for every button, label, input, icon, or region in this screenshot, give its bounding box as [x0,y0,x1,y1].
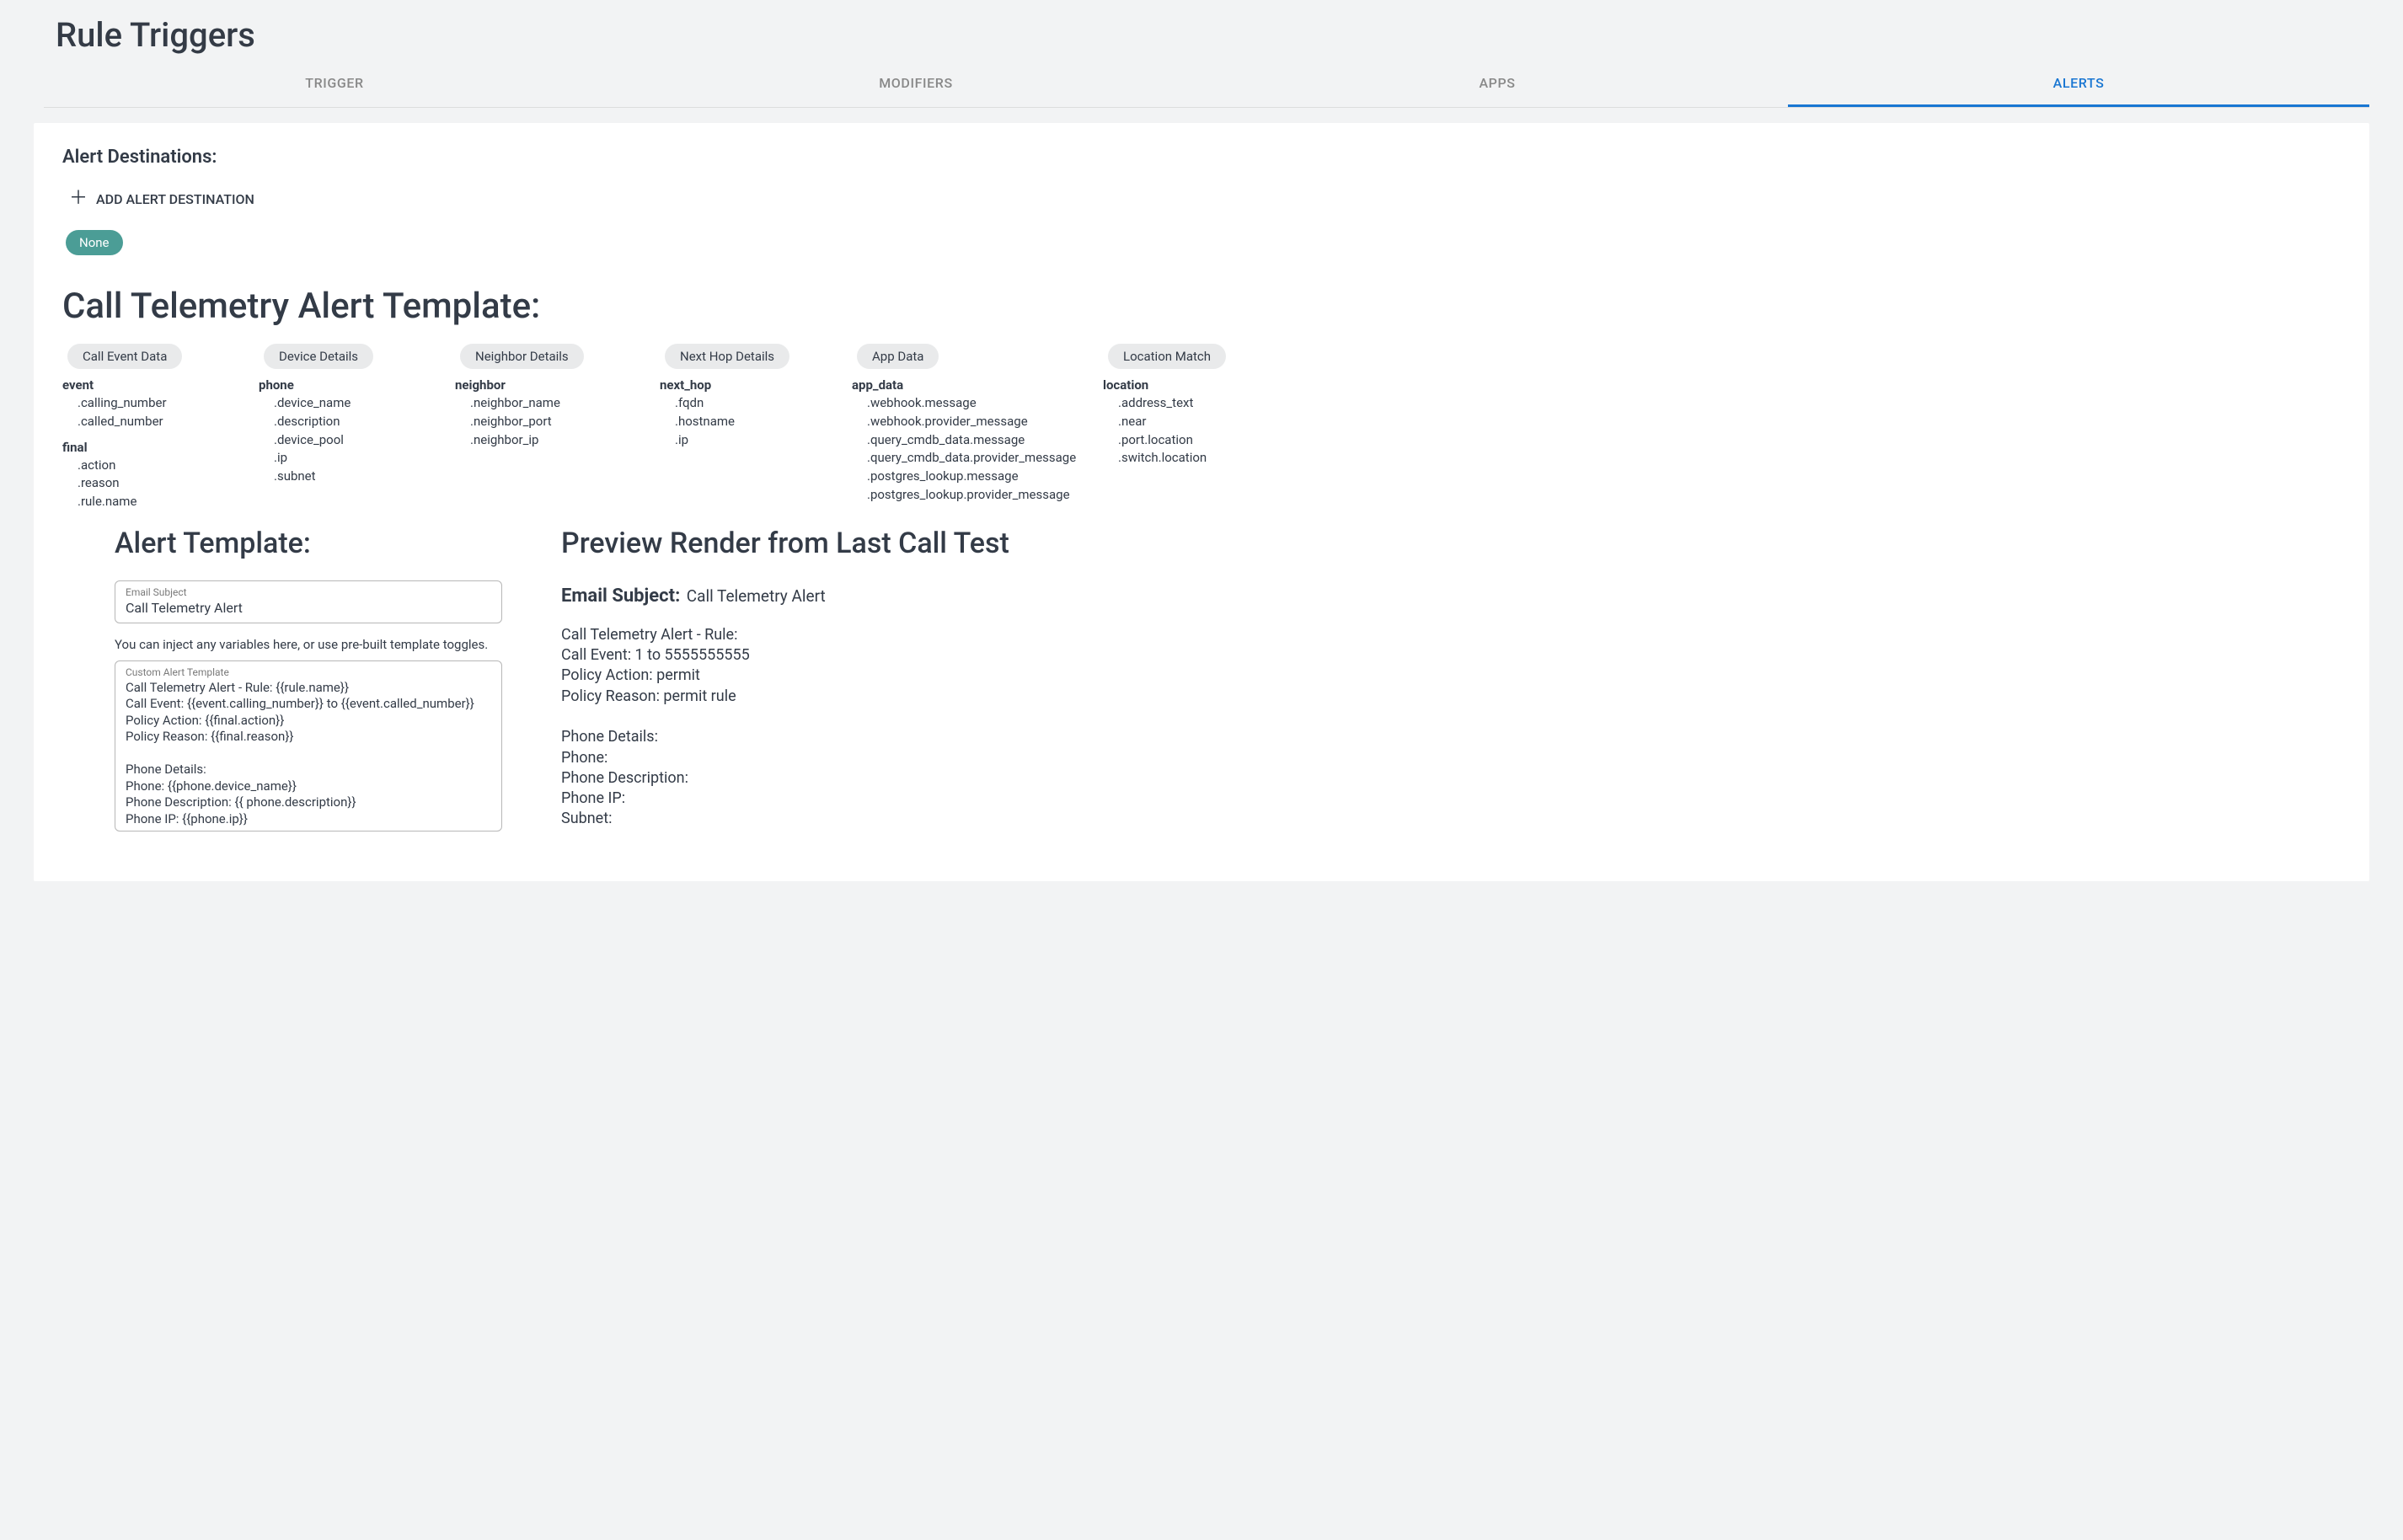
var-child: .hostname [660,413,837,431]
preview-heading: Preview Render from Last Call Test [561,527,2341,560]
var-root-phone: phone [259,377,440,393]
var-child: .neighbor_ip [455,431,645,450]
preview-subject-value: Call Telemetry Alert [687,586,826,606]
var-child: .webhook.message [852,394,1088,413]
var-child: .reason [62,474,244,493]
vars-col-device: Device Details phone .device_name .descr… [259,344,440,511]
email-subject-label: Email Subject [126,586,491,598]
var-child: .webhook.provider_message [852,413,1088,431]
tab-apps[interactable]: APPS [1207,61,1788,107]
alert-destinations-heading: Alert Destinations: [62,147,2341,168]
custom-template-label: Custom Alert Template [126,666,491,678]
vars-col-nexthop: Next Hop Details next_hop .fqdn .hostnam… [660,344,837,511]
add-alert-destination-label: ADD ALERT DESTINATION [96,191,254,207]
tabs: TRIGGER MODIFIERS APPS ALERTS [44,61,2369,108]
var-child: .action [62,457,244,475]
tab-alerts[interactable]: ALERTS [1788,61,2369,107]
custom-template-field[interactable]: Custom Alert Template [115,660,502,832]
vars-col-location: Location Match location .address_text .n… [1103,344,1246,511]
var-child: .ip [259,449,440,468]
var-child: .rule.name [62,493,244,511]
var-child: .subnet [259,468,440,486]
chip-next-hop: Next Hop Details [665,344,789,369]
vars-col-appdata: App Data app_data .webhook.message .webh… [852,344,1088,511]
email-subject-input[interactable] [126,600,491,616]
tab-trigger[interactable]: TRIGGER [44,61,625,107]
var-child: .postgres_lookup.provider_message [852,486,1088,505]
var-child: .switch.location [1103,449,1246,468]
add-alert-destination-button[interactable]: ＋ ADD ALERT DESTINATION [69,190,254,208]
chip-neighbor-details: Neighbor Details [460,344,584,369]
tab-modifiers[interactable]: MODIFIERS [625,61,1207,107]
var-child: .postgres_lookup.message [852,468,1088,486]
chip-location-match: Location Match [1108,344,1226,369]
page-title: Rule Triggers [56,15,2369,55]
preview-column: Preview Render from Last Call Test Email… [553,527,2341,846]
var-root-neighbor: neighbor [455,377,645,393]
var-child: .port.location [1103,431,1246,450]
preview-subject-label: Email Subject: [561,586,680,607]
var-child: .device_name [259,394,440,413]
alert-template-heading: Alert Template: [115,527,502,560]
var-root-final: final [62,440,244,455]
alert-template-column: Alert Template: Email Subject You can in… [62,527,502,846]
var-child: .description [259,413,440,431]
var-child: .query_cmdb_data.message [852,431,1088,450]
var-child: .query_cmdb_data.provider_message [852,449,1088,468]
template-help-text: You can inject any variables here, or us… [115,637,502,652]
var-child: .fqdn [660,394,837,413]
var-child: .near [1103,413,1246,431]
vars-col-neighbor: Neighbor Details neighbor .neighbor_name… [455,344,645,511]
var-child: .called_number [62,413,244,431]
var-child: .neighbor_name [455,394,645,413]
var-root-location: location [1103,377,1246,393]
chip-call-event: Call Event Data [67,344,182,369]
var-child: .neighbor_port [455,413,645,431]
preview-body: Call Telemetry Alert - Rule: Call Event:… [561,625,2341,830]
plus-icon: ＋ [69,190,88,208]
vars-col-call-event: Call Event Data event .calling_number .c… [62,344,244,511]
email-subject-field[interactable]: Email Subject [115,580,502,623]
var-child: .calling_number [62,394,244,413]
alerts-panel: Alert Destinations: ＋ ADD ALERT DESTINAT… [34,123,2369,881]
destination-chip-none[interactable]: None [66,230,123,255]
var-child: .address_text [1103,394,1246,413]
template-section-title: Call Telemetry Alert Template: [62,286,2341,327]
var-root-appdata: app_data [852,377,1088,393]
var-child: .device_pool [259,431,440,450]
custom-template-textarea[interactable] [126,680,491,828]
template-vars-grid: Call Event Data event .calling_number .c… [62,344,2341,511]
var-child: .ip [660,431,837,450]
var-root-event: event [62,377,244,393]
var-root-nexthop: next_hop [660,377,837,393]
chip-device-details: Device Details [264,344,373,369]
chip-app-data: App Data [857,344,939,369]
